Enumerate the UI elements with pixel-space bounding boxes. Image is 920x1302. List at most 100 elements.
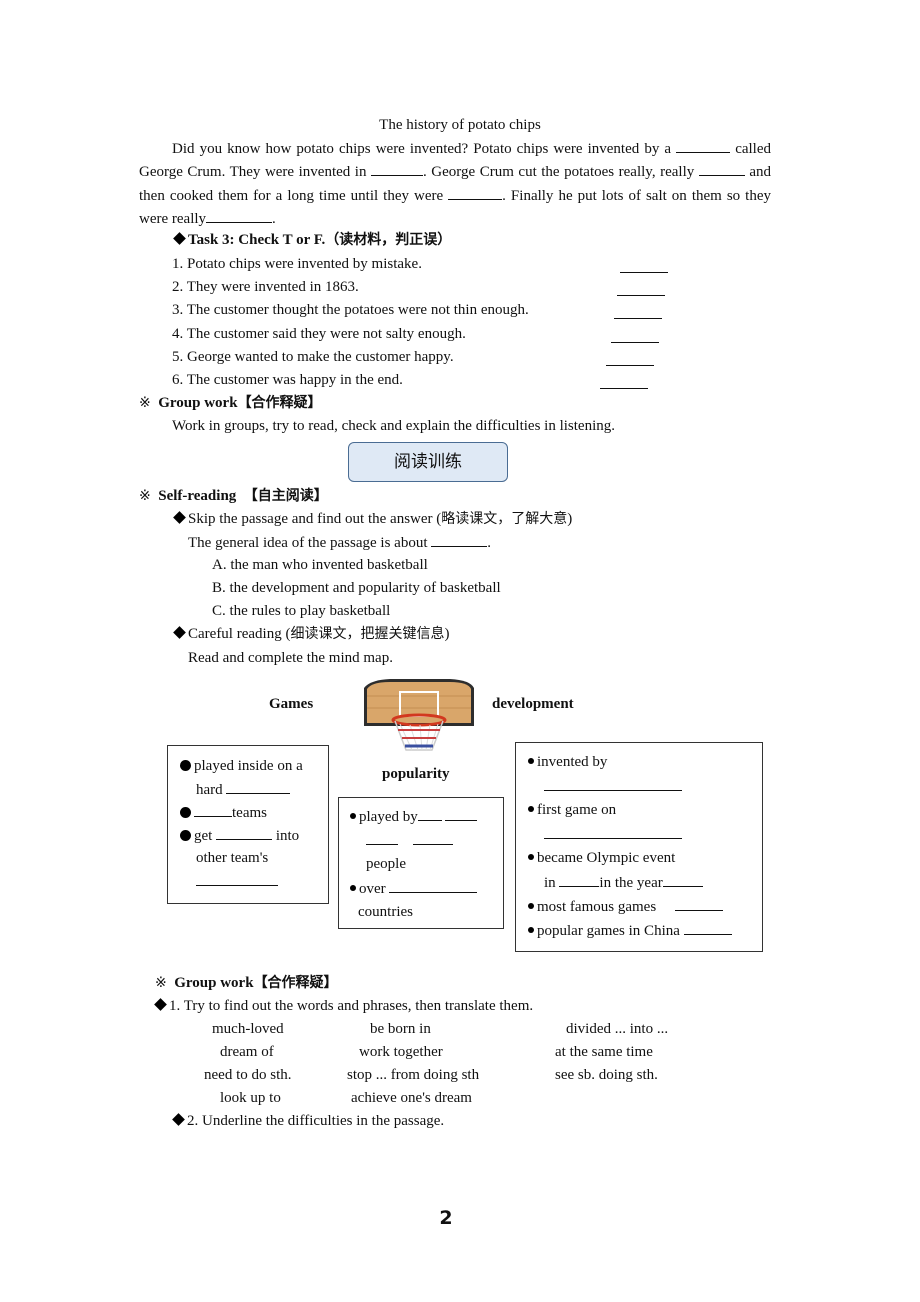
popularity-text: countries bbox=[358, 904, 413, 920]
label-development: development bbox=[492, 696, 574, 712]
blank[interactable] bbox=[544, 776, 682, 791]
tf-answer-blank[interactable] bbox=[617, 294, 665, 296]
phrase: see sb. doing sth. bbox=[555, 1067, 658, 1083]
group-work-title-cn: 【合作释疑】 bbox=[237, 395, 322, 411]
blank[interactable] bbox=[206, 208, 273, 223]
bullet-icon bbox=[180, 807, 191, 818]
phrase: work together bbox=[359, 1044, 443, 1060]
games-text: hard bbox=[196, 782, 227, 798]
careful-text-end: ) bbox=[444, 626, 450, 642]
passage-text: Did you know how potato chips were inven… bbox=[172, 141, 677, 157]
mind-map-instruction: Read and complete the mind map. bbox=[188, 650, 393, 666]
tf-item: 3. The customer thought the potatoes wer… bbox=[172, 302, 529, 318]
task3-heading-text: Task 3: Check T or F. bbox=[188, 232, 326, 248]
development-box: invented by first game on became Olympic… bbox=[515, 742, 763, 952]
option-c[interactable]: C. the rules to play basketball bbox=[212, 601, 390, 621]
blank[interactable] bbox=[445, 806, 478, 821]
popularity-line: played by bbox=[350, 806, 478, 827]
development-text: invented by bbox=[537, 754, 608, 770]
development-text: became Olympic event bbox=[537, 850, 676, 866]
development-line: became Olympic event bbox=[528, 848, 675, 868]
popularity-text: over bbox=[359, 881, 390, 897]
bullet-icon bbox=[528, 806, 534, 812]
blank[interactable] bbox=[431, 532, 488, 547]
games-line: hard bbox=[196, 779, 291, 800]
option-b[interactable]: B. the development and popularity of bas… bbox=[212, 578, 501, 598]
games-text: into bbox=[272, 828, 300, 844]
tf-answer-blank[interactable] bbox=[606, 364, 654, 366]
bullet-icon bbox=[350, 885, 356, 891]
blank[interactable] bbox=[389, 878, 478, 893]
games-text: played inside on a bbox=[194, 758, 303, 774]
development-line: in in the year bbox=[544, 872, 703, 893]
diamond-bullet-icon bbox=[172, 1113, 185, 1126]
blank[interactable] bbox=[683, 920, 732, 935]
careful-text: Careful reading ( bbox=[188, 626, 291, 642]
blank[interactable] bbox=[674, 896, 723, 911]
games-text: other team's bbox=[196, 850, 269, 866]
development-text: first game on bbox=[537, 802, 617, 818]
development-text: most famous games bbox=[537, 899, 657, 915]
blank[interactable] bbox=[417, 806, 442, 821]
bullet-icon bbox=[350, 813, 356, 819]
group-work-text: Work in groups, try to read, check and e… bbox=[172, 418, 615, 434]
tf-answer-blank[interactable] bbox=[600, 387, 648, 389]
blank[interactable] bbox=[662, 872, 703, 887]
development-line: most famous games bbox=[528, 896, 723, 917]
blank[interactable] bbox=[226, 779, 291, 794]
blank[interactable] bbox=[698, 161, 745, 177]
popularity-text: played by bbox=[359, 809, 418, 825]
skip-text-end: ) bbox=[567, 511, 573, 527]
careful-reading-instruction: Careful reading (细读课文，把握关键信息) bbox=[172, 624, 449, 644]
games-text: teams bbox=[232, 805, 267, 821]
task-2-text: 2. Underline the difficulties in the pas… bbox=[187, 1113, 445, 1129]
diamond-bullet-icon bbox=[154, 998, 167, 1011]
blank[interactable] bbox=[676, 138, 731, 153]
tf-answer-blank[interactable] bbox=[611, 341, 659, 343]
blank[interactable] bbox=[216, 825, 273, 840]
blank[interactable] bbox=[371, 161, 424, 177]
blank[interactable] bbox=[448, 185, 503, 200]
group-work-heading: ※ Group work【合作释疑】 bbox=[139, 393, 322, 413]
task-1-text: 1. Try to find out the words and phrases… bbox=[169, 998, 534, 1014]
tf-answer-blank[interactable] bbox=[614, 317, 662, 319]
passage-title: The history of potato chips bbox=[379, 117, 541, 133]
reference-mark-icon: ※ bbox=[139, 488, 151, 504]
tf-item: 1. Potato chips were invented by mistake… bbox=[172, 256, 422, 272]
phrase: much-loved bbox=[212, 1021, 284, 1037]
blank[interactable] bbox=[194, 802, 232, 817]
phrase: look up to bbox=[220, 1090, 281, 1106]
tf-answer-blank[interactable] bbox=[620, 271, 668, 273]
reading-training-banner: 阅读训练 bbox=[348, 442, 508, 482]
bullet-icon bbox=[528, 758, 534, 764]
passage-paragraph: Did you know how potato chips were inven… bbox=[139, 138, 771, 231]
page-number: 2 bbox=[439, 1207, 453, 1229]
development-line: popular games in China bbox=[528, 920, 732, 941]
bullet-icon bbox=[528, 927, 534, 933]
blank[interactable] bbox=[413, 830, 453, 845]
task3-heading-cn: （读材料，判正误） bbox=[325, 232, 452, 248]
option-a[interactable]: A. the man who invented basketball bbox=[212, 555, 428, 575]
phrase: at the same time bbox=[555, 1044, 653, 1060]
blank[interactable] bbox=[366, 830, 398, 845]
popularity-text: people bbox=[366, 856, 406, 872]
blank[interactable] bbox=[559, 872, 600, 887]
development-line: first game on bbox=[528, 800, 616, 820]
development-text: in the year bbox=[599, 875, 663, 891]
tf-item: 6. The customer was happy in the end. bbox=[172, 372, 403, 388]
diamond-bullet-icon bbox=[173, 626, 186, 639]
tf-item: 4. The customer said they were not salty… bbox=[172, 326, 466, 342]
popularity-box: played by people over countries bbox=[338, 797, 504, 929]
skip-instruction: Skip the passage and find out the answer… bbox=[172, 509, 572, 529]
skip-text: Skip the passage and find out the answer… bbox=[188, 511, 442, 527]
question-end: . bbox=[487, 535, 491, 551]
bullet-icon bbox=[180, 830, 191, 841]
blank[interactable] bbox=[544, 824, 682, 839]
task-2-instruction: 2. Underline the difficulties in the pas… bbox=[170, 1111, 444, 1131]
games-box: played inside on a hard teams get into o… bbox=[167, 745, 329, 904]
blank[interactable] bbox=[196, 871, 278, 886]
skip-text-cn: 略读课文，了解大意 bbox=[441, 511, 568, 527]
self-reading-title: Self-reading bbox=[158, 488, 237, 504]
bullet-icon bbox=[180, 760, 191, 771]
development-text: in bbox=[544, 875, 560, 891]
